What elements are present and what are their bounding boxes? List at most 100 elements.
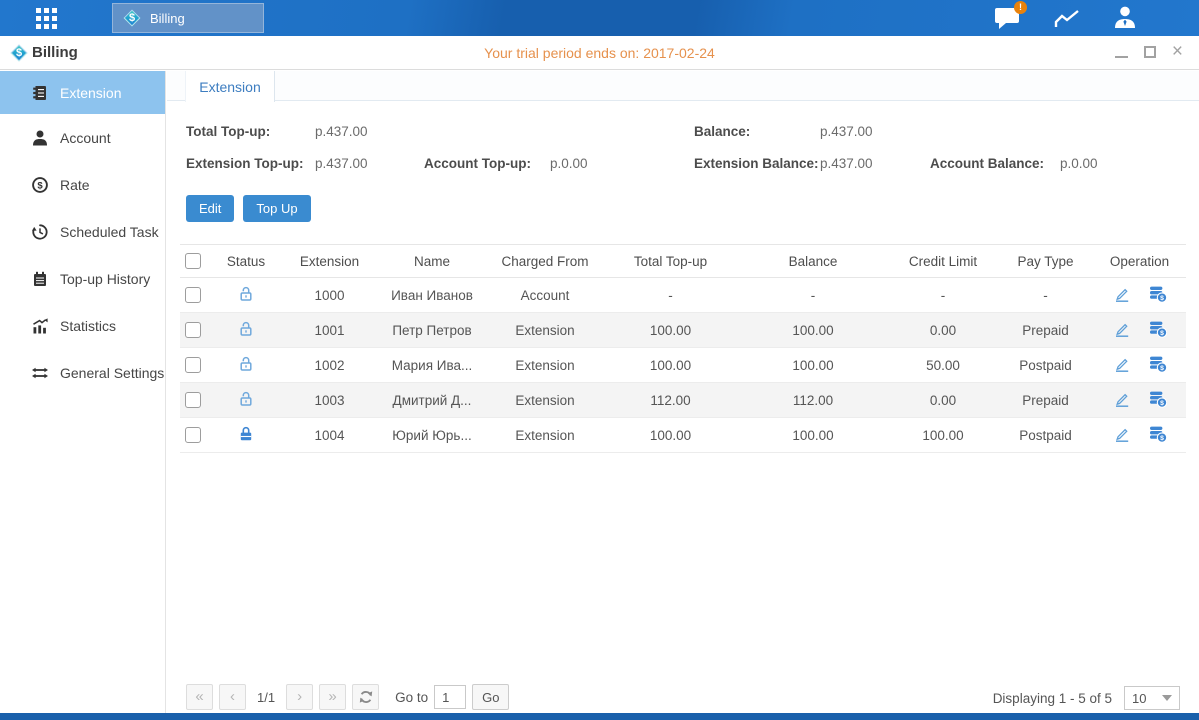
tab-bar: Extension: [167, 71, 1199, 101]
edit-button[interactable]: Edit: [186, 195, 234, 222]
minimize-icon[interactable]: [1115, 56, 1128, 58]
cell-charged-from: Extension: [487, 418, 603, 453]
cell-extension: 1002: [282, 348, 377, 383]
sidebar-item-rate[interactable]: $ Rate: [0, 161, 165, 208]
account-balance-value: p.0.00: [1060, 156, 1098, 171]
column-header: Balance: [738, 245, 888, 278]
cell-balance: 100.00: [738, 418, 888, 453]
prev-page-button[interactable]: ‹: [219, 684, 246, 710]
tab-extension[interactable]: Extension: [185, 71, 275, 102]
row-checkbox[interactable]: [185, 357, 201, 373]
table-row: 1001Петр ПетровExtension100.00100.000.00…: [180, 313, 1186, 348]
cell-balance: -: [738, 278, 888, 313]
sidebar-item-scheduled-task[interactable]: Scheduled Task: [0, 208, 165, 255]
cell-credit-limit: 50.00: [888, 348, 998, 383]
history-clock-icon: [32, 224, 48, 240]
go-button[interactable]: Go: [472, 684, 509, 710]
cell-total-topup: 100.00: [603, 348, 738, 383]
sidebar-item-extension[interactable]: Extension: [0, 71, 165, 114]
page-indicator: 1/1: [257, 690, 275, 705]
user-icon[interactable]: [1113, 6, 1137, 33]
first-page-button[interactable]: «: [186, 684, 213, 710]
cell-charged-from: Account: [487, 278, 603, 313]
balance-value: p.437.00: [820, 124, 873, 139]
line-chart-icon[interactable]: [1054, 9, 1080, 34]
cell-pay-type: Postpaid: [998, 348, 1093, 383]
row-checkbox[interactable]: [185, 322, 201, 338]
last-page-button[interactable]: »: [319, 684, 346, 710]
sidebar: Extension Account $ Rate Scheduled Task …: [0, 71, 166, 713]
cell-total-topup: 100.00: [603, 418, 738, 453]
top-up-icon[interactable]: $: [1149, 355, 1167, 376]
unlock-icon[interactable]: [237, 355, 255, 376]
edit-icon[interactable]: [1113, 425, 1131, 446]
cell-name: Петр Петров: [377, 313, 487, 348]
sidebar-item-statistics[interactable]: Statistics: [0, 302, 165, 349]
refresh-button[interactable]: [352, 684, 379, 710]
next-page-button[interactable]: ›: [286, 684, 313, 710]
table-row: 1003Дмитрий Д...Extension112.00112.000.0…: [180, 383, 1186, 418]
lock-icon[interactable]: [237, 425, 255, 446]
dollar-circle-icon: $: [32, 177, 48, 193]
sidebar-item-label: Statistics: [60, 318, 116, 334]
trial-notice: Your trial period ends on: 2017-02-24: [0, 45, 1199, 61]
sidebar-item-label: Extension: [60, 85, 121, 101]
top-bar: $ Billing !: [0, 0, 1199, 36]
top-up-button[interactable]: Top Up: [243, 195, 310, 222]
sidebar-item-topup-history[interactable]: Top-up History: [0, 255, 165, 302]
main-content: Extension Total Top-up: p.437.00 Balance…: [167, 71, 1199, 713]
unlock-icon[interactable]: [237, 320, 255, 341]
edit-icon[interactable]: [1113, 355, 1131, 376]
desktop-bottom-strip: [0, 713, 1199, 720]
unlock-icon[interactable]: [237, 390, 255, 411]
window-title-bar: $ Billing Your trial period ends on: 201…: [0, 36, 1199, 70]
ledger-icon: [32, 85, 48, 101]
top-up-icon[interactable]: $: [1149, 285, 1167, 306]
column-header: Credit Limit: [888, 245, 998, 278]
goto-page-input[interactable]: [434, 685, 466, 709]
cell-name: Мария Ива...: [377, 348, 487, 383]
edit-icon[interactable]: [1113, 320, 1131, 341]
top-up-icon[interactable]: $: [1149, 390, 1167, 411]
total-topup-value: p.437.00: [315, 124, 368, 139]
app-grid-icon[interactable]: [36, 8, 57, 29]
close-icon[interactable]: ×: [1172, 44, 1183, 60]
cell-pay-type: Postpaid: [998, 418, 1093, 453]
maximize-icon[interactable]: [1144, 46, 1156, 58]
window-controls: ×: [1115, 43, 1183, 61]
sidebar-item-general-settings[interactable]: General Settings: [0, 349, 165, 396]
extension-topup-label: Extension Top-up:: [186, 156, 304, 171]
cell-total-topup: 100.00: [603, 313, 738, 348]
balance-label: Balance:: [694, 124, 750, 139]
cell-credit-limit: 0.00: [888, 313, 998, 348]
row-checkbox[interactable]: [185, 287, 201, 303]
edit-icon[interactable]: [1113, 390, 1131, 411]
extension-balance-label: Extension Balance:: [694, 156, 819, 171]
table-row: 1002Мария Ива...Extension100.00100.0050.…: [180, 348, 1186, 383]
column-header: Extension: [282, 245, 377, 278]
page-size-select[interactable]: 10: [1124, 686, 1180, 710]
stats-icon: [32, 318, 48, 334]
chevron-down-icon: [1162, 695, 1172, 701]
cell-charged-from: Extension: [487, 313, 603, 348]
top-up-icon[interactable]: $: [1149, 320, 1167, 341]
chat-icon[interactable]: !: [994, 6, 1020, 35]
cell-total-topup: -: [603, 278, 738, 313]
displaying-text: Displaying 1 - 5 of 5: [993, 691, 1112, 706]
column-header: Charged From: [487, 245, 603, 278]
taskbar-item-label: Billing: [150, 11, 185, 26]
account-balance-label: Account Balance:: [930, 156, 1044, 171]
row-checkbox[interactable]: [185, 392, 201, 408]
top-up-icon[interactable]: $: [1149, 425, 1167, 446]
taskbar-item-billing[interactable]: $ Billing: [112, 3, 264, 33]
select-all-checkbox[interactable]: [185, 253, 201, 269]
cell-name: Юрий Юрь...: [377, 418, 487, 453]
row-checkbox[interactable]: [185, 427, 201, 443]
edit-icon[interactable]: [1113, 285, 1131, 306]
cell-extension: 1004: [282, 418, 377, 453]
unlock-icon[interactable]: [237, 285, 255, 306]
summary-panel: Total Top-up: p.437.00 Balance: p.437.00…: [167, 101, 1199, 195]
cell-balance: 112.00: [738, 383, 888, 418]
billing-diamond-icon: $: [123, 9, 141, 27]
sidebar-item-account[interactable]: Account: [0, 114, 165, 161]
